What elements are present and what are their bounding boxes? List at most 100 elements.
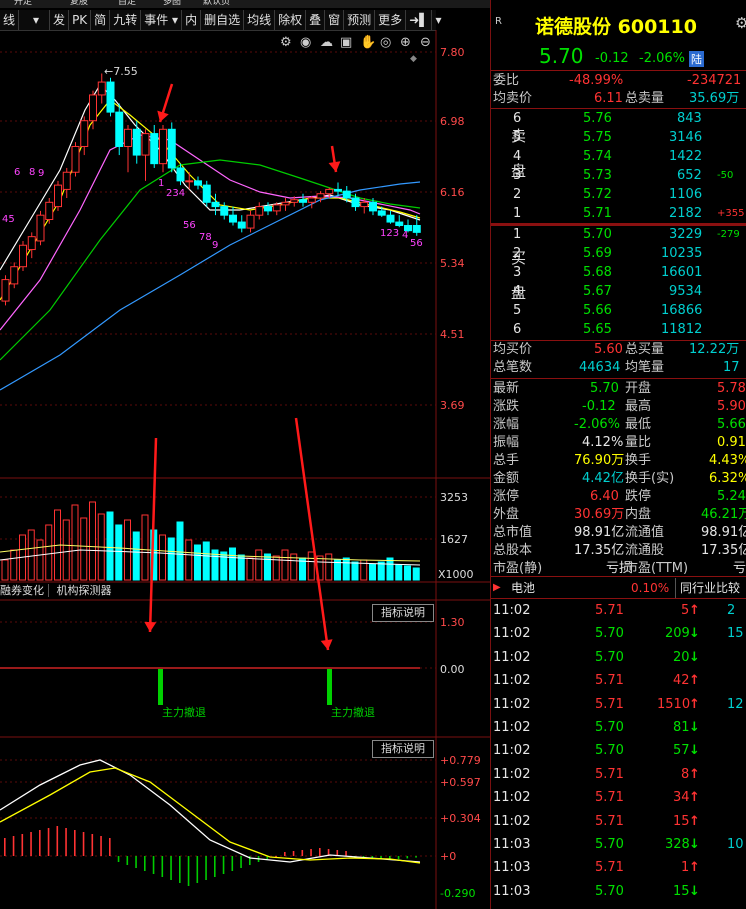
tick-row[interactable]: 11:03 5.70 328 ↓ 10 xyxy=(491,834,746,856)
hand-icon[interactable]: ✋ xyxy=(360,34,376,50)
stat-label: 换手(实) xyxy=(625,471,675,486)
stat-label: 跌停 xyxy=(625,489,652,504)
diamond-icon: ◆ xyxy=(410,54,417,64)
sell-level-price: 5.73 xyxy=(583,168,612,183)
zoom-out-icon[interactable]: ⊖ xyxy=(420,35,431,50)
tick-time: 11:02 xyxy=(493,649,531,665)
main-retreat-bar xyxy=(158,669,163,705)
gear-icon[interactable]: ⚙ xyxy=(280,35,292,50)
stat-label: 总市值 xyxy=(493,525,533,540)
candle-body xyxy=(19,244,27,268)
avg-buy-row: 均买价 5.60 总买量 12.22万 xyxy=(491,341,746,359)
candle-body xyxy=(290,199,299,203)
stat-label: 最高 xyxy=(625,399,652,414)
macd-axis-label: -0.290 xyxy=(440,887,475,900)
candle-body xyxy=(27,236,36,251)
volume-bar xyxy=(176,521,184,581)
nine-turn-label: 123 xyxy=(380,228,399,239)
stat-label: 开盘 xyxy=(625,381,652,396)
avg-sell-label: 均卖价 xyxy=(493,91,533,106)
buy-level-row: 4 5.67 9534 xyxy=(491,283,746,301)
stock-name: 诺德股份 xyxy=(535,16,612,38)
buy-level-num: 6 xyxy=(513,322,522,337)
indicator-explain-button-1[interactable]: 指标说明 xyxy=(372,604,434,622)
tick-row[interactable]: 11:02 5.71 15 ↑ xyxy=(491,811,746,833)
tick-row[interactable]: 11:02 5.70 57 ↓ xyxy=(491,740,746,762)
tick-row[interactable]: 11:02 5.71 34 ↑ xyxy=(491,787,746,809)
zoom-in-icon[interactable]: ⊕ xyxy=(400,35,411,50)
tick-row[interactable]: 11:02 5.70 20 ↓ xyxy=(491,647,746,669)
total-count-row: 总笔数 44634 均笔量 17 xyxy=(491,359,746,377)
tick-volume: 15 xyxy=(673,813,690,829)
nine-turn-label: 9 xyxy=(38,168,44,179)
candle-body xyxy=(71,145,80,173)
stat-value: -0.12 xyxy=(582,399,616,414)
stat-row: 振幅 4.12% 量比 0.91 xyxy=(491,434,746,452)
stat-label: 涨停 xyxy=(493,489,520,504)
arrow-up-icon: ↑ xyxy=(689,766,700,782)
sell-level-row: 5 5.75 3146 xyxy=(491,129,746,147)
candle-body xyxy=(202,184,211,203)
tick-row[interactable]: 11:03 5.71 1 ↑ xyxy=(491,857,746,879)
buy-level-price: 5.67 xyxy=(583,284,612,299)
weibi-value: -48.99% xyxy=(569,73,624,88)
tick-row[interactable]: 11:02 5.71 8 ↑ xyxy=(491,764,746,786)
indicator-explain-button-2[interactable]: 指标说明 xyxy=(372,740,434,758)
tick-row[interactable]: 11:02 5.71 1510 ↑ 12 xyxy=(491,694,746,716)
tick-row[interactable]: 11:02 5.70 209 ↓ 15 xyxy=(491,623,746,645)
volume-bar xyxy=(106,511,114,581)
kline-chart-area[interactable]: 开走 复股 自走 多图 默认页 线 ▾ 发 PK 简 九转 事件 ▾ 内 删自选… xyxy=(0,0,490,909)
peer-compare-button[interactable]: 同行业比较 xyxy=(675,578,740,598)
macd-axis-label: +0.779 xyxy=(440,754,481,767)
volume-bar xyxy=(71,504,79,581)
buy-level-num: 3 xyxy=(513,265,522,280)
sector-name[interactable]: 电池 xyxy=(511,578,535,598)
tick-volume: 15 xyxy=(673,883,690,899)
macd-histogram-bar xyxy=(345,851,347,856)
buy-level-num: 2 xyxy=(513,246,522,261)
arrow-up-icon: ↑ xyxy=(689,673,700,689)
stat-value: 5.70 xyxy=(590,381,619,396)
eye-icon[interactable]: ◉ xyxy=(300,35,311,50)
stat-label: 涨幅 xyxy=(493,417,520,432)
volume-bar xyxy=(325,553,333,581)
candle-body xyxy=(255,206,264,216)
tick-row[interactable]: 11:02 5.71 42 ↑ xyxy=(491,670,746,692)
tick-row[interactable]: 11:02 5.70 81 ↓ xyxy=(491,717,746,739)
cloud-icon[interactable]: ☁ xyxy=(320,35,333,50)
total-buy-label: 总买量 xyxy=(625,342,665,357)
high-price-marker: ←7.55 xyxy=(104,65,138,78)
tab-margin-change[interactable]: 融券变化 xyxy=(0,584,49,597)
volume-bar xyxy=(202,541,210,581)
candle-body xyxy=(351,197,360,208)
candle-body xyxy=(307,197,316,203)
price-tick-label: 4.51 xyxy=(440,328,465,341)
sell-level-volume: 1422 xyxy=(669,149,703,164)
tick-volume: 209 xyxy=(665,626,690,642)
target-icon[interactable]: ◎ xyxy=(380,35,391,50)
nine-turn-label: 56 xyxy=(183,220,196,231)
box-icon[interactable]: ▣ xyxy=(340,35,352,50)
stat-label: 外盘 xyxy=(493,507,520,522)
candle-body xyxy=(386,214,395,223)
volume-bar xyxy=(369,563,376,581)
candle-body xyxy=(281,201,290,206)
tick-row[interactable]: 11:03 5.70 15 ↓ xyxy=(491,881,746,903)
candle-body xyxy=(334,188,342,192)
volume-bar xyxy=(45,524,53,581)
buy-level-row: 6 5.65 11812 xyxy=(491,321,746,339)
tab-institution-detector[interactable]: 机构探测器 xyxy=(53,584,116,597)
volume-bar xyxy=(36,539,44,581)
gear-icon[interactable]: ⚙ xyxy=(735,14,746,32)
stat-value: 0.91 xyxy=(717,435,746,450)
candle-body xyxy=(272,204,281,212)
stat-value: 4.43% xyxy=(709,453,746,468)
volume-bar xyxy=(89,501,96,581)
flow-axis-label: 0.00 xyxy=(440,663,465,676)
chart-canvas[interactable]: ⚙ ◉ ☁ ▣ ✋ ◎ ⊕ ⊖◆ 7.80 6.98 6.16 5.34 4.51 3.69 ←7.55… xyxy=(0,0,490,909)
sell-level-change: +355 xyxy=(717,208,745,219)
stat-value: 76.90万 xyxy=(574,453,625,468)
tick-price: 5.70 xyxy=(595,837,624,852)
candle-body xyxy=(97,81,106,96)
tick-row[interactable]: 11:02 5.71 5 ↑ 2 xyxy=(491,600,746,622)
